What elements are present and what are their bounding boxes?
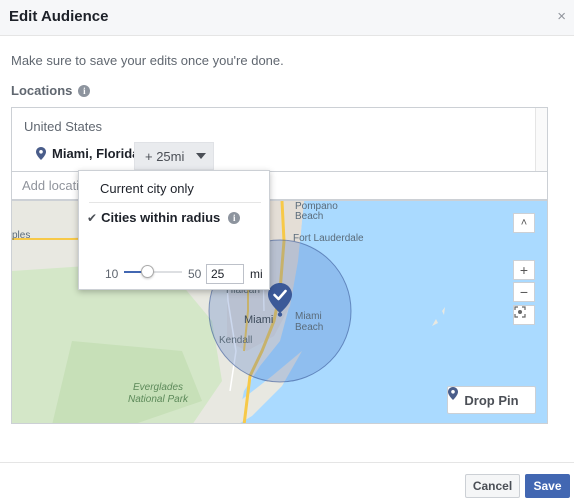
locations-label-text: Locations: [11, 83, 73, 98]
dialog-header: Edit Audience ×: [0, 0, 574, 36]
slider-max-label: 50: [188, 267, 202, 281]
check-icon: ✔: [87, 210, 98, 225]
map-zoom-in-button[interactable]: +: [513, 260, 535, 280]
popup-divider: [89, 202, 261, 203]
map-label-national-park: National Park: [128, 394, 189, 405]
info-icon[interactable]: i: [228, 211, 241, 224]
country-label: United States: [24, 119, 103, 134]
selected-location-label: Miami, Florida: [52, 146, 140, 161]
location-pin-icon: [36, 147, 46, 160]
pin-icon: [448, 387, 458, 400]
radius-value-input[interactable]: [206, 264, 244, 284]
map-label-fort-lauderdale: Fort Lauderdale: [293, 233, 364, 244]
dialog-title: Edit Audience: [9, 8, 109, 25]
chevron-down-icon: [196, 153, 207, 159]
map-label-everglades: Everglades: [133, 382, 184, 393]
map-label-naples: ples: [12, 230, 31, 241]
map-label-kendall: Kendall: [219, 335, 253, 346]
dialog-subtitle: Make sure to save your edits once you're…: [11, 53, 284, 68]
radius-dropdown-button[interactable]: + 25mi: [134, 142, 214, 170]
map-label-pompano-beach: Beach: [295, 211, 324, 222]
option-cities-within-radius[interactable]: ✔ Cities within radius i: [87, 210, 241, 225]
save-button[interactable]: Save: [525, 474, 570, 498]
map-collapse-button[interactable]: ˄: [513, 213, 535, 233]
radius-slider[interactable]: [124, 265, 182, 278]
selected-location: Miami, Florida: [36, 146, 139, 161]
option-current-city[interactable]: Current city only: [100, 181, 194, 196]
radius-popup: Current city only ✔ Cities within radius…: [78, 170, 270, 290]
drop-pin-button[interactable]: Drop Pin: [447, 386, 536, 414]
slider-thumb[interactable]: [140, 265, 154, 278]
recenter-icon: [514, 306, 526, 318]
drop-pin-label: Drop Pin: [464, 392, 519, 408]
radius-unit-label: mi: [250, 267, 263, 281]
slider-min-label: 10: [105, 267, 119, 281]
cancel-button[interactable]: Cancel: [465, 474, 520, 498]
map-recenter-button[interactable]: [513, 305, 535, 325]
option-cities-within-radius-label: Cities within radius: [101, 210, 221, 225]
close-icon[interactable]: ×: [557, 8, 566, 25]
locations-box: United States Miami, Florida + 25mi: [11, 107, 548, 172]
map-zoom-out-button[interactable]: −: [513, 282, 535, 302]
dialog-footer: Cancel Save: [0, 462, 574, 502]
locations-scrollbar[interactable]: [535, 108, 547, 172]
map-label-miami-beach-2: Beach: [295, 322, 324, 333]
map-location-pin-icon[interactable]: [268, 283, 292, 317]
locations-label: Locations i: [11, 83, 91, 98]
map-label-miami-beach: Miami: [295, 311, 322, 322]
info-icon[interactable]: i: [78, 84, 91, 97]
radius-dropdown-label: + 25mi: [145, 148, 185, 164]
